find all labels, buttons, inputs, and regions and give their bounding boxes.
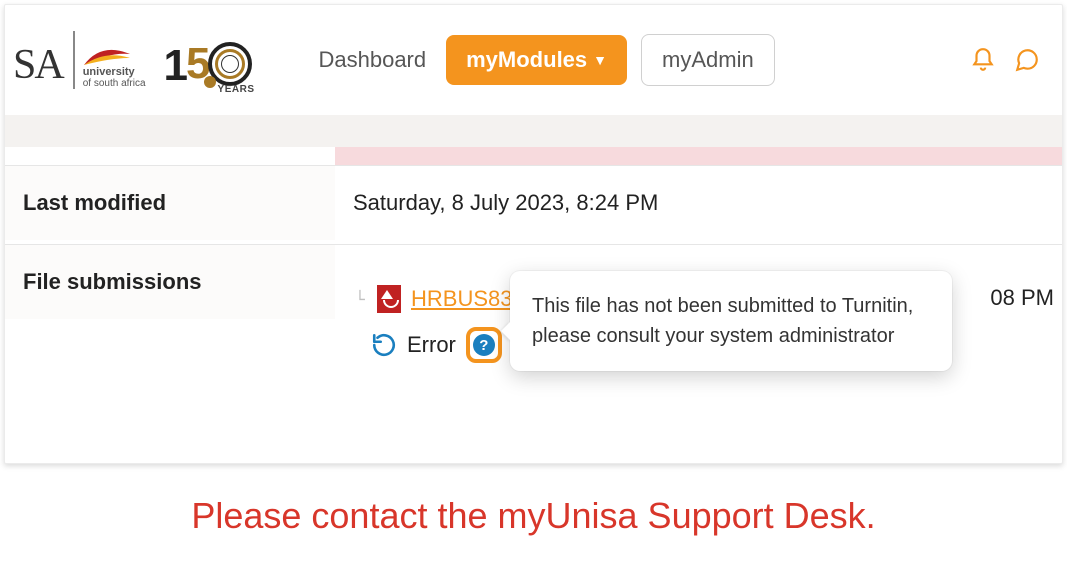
error-text: Error: [407, 332, 456, 358]
refresh-icon[interactable]: [371, 332, 397, 358]
turnitin-tooltip: This file has not been submitted to Turn…: [510, 271, 952, 371]
unisa-logo: university of south africa: [73, 31, 146, 89]
notifications-icon[interactable]: [970, 47, 996, 73]
row-file-submissions: File submissions └ HRBUS83 08 PM Error: [5, 244, 1062, 413]
tooltip-text: This file has not been submitted to Turn…: [532, 295, 913, 347]
header-bar: SA university of south africa 15 YEARS: [5, 5, 1062, 115]
messages-icon[interactable]: [1014, 47, 1040, 73]
row-last-modified: Last modified Saturday, 8 July 2023, 8:2…: [5, 165, 1062, 244]
university-label-1: university: [83, 66, 135, 78]
nav-mymodules-label: myModules: [466, 47, 587, 73]
file-submissions-value: └ HRBUS83 08 PM Error ? T: [335, 245, 1062, 413]
last-modified-value: Saturday, 8 July 2023, 8:24 PM: [335, 166, 1062, 244]
main-nav: Dashboard myModules ▼ myAdmin: [312, 34, 774, 86]
chevron-down-icon: ▼: [593, 52, 607, 68]
years-label: YEARS: [218, 84, 255, 95]
help-badge: ?: [466, 327, 502, 363]
header-icons: [970, 47, 1040, 73]
nav-myadmin-label: myAdmin: [662, 47, 754, 73]
footer-instruction: Please contact the myUnisa Support Desk.: [0, 495, 1067, 537]
flame-icon: [83, 48, 131, 66]
nav-myadmin[interactable]: myAdmin: [641, 34, 775, 86]
nav-mymodules[interactable]: myModules ▼: [446, 35, 627, 85]
pdf-icon: [377, 285, 401, 313]
nav-dashboard[interactable]: Dashboard: [312, 39, 432, 81]
anniversary-logo: 15 YEARS: [164, 39, 253, 89]
file-link[interactable]: HRBUS83: [411, 286, 512, 312]
brand-block: SA university of south africa 15 YEARS: [5, 31, 252, 89]
app-frame: SA university of south africa 15 YEARS: [4, 4, 1063, 464]
brand-text: SA: [13, 41, 63, 89]
tree-marker-icon: └: [353, 290, 367, 309]
file-time: 08 PM: [990, 285, 1054, 311]
file-submissions-label: File submissions: [5, 245, 335, 319]
last-modified-label: Last modified: [5, 166, 335, 240]
spacer-band-pink: [335, 147, 1062, 165]
spacer-band-gray: [5, 115, 1062, 147]
university-label-2: of south africa: [83, 78, 146, 89]
